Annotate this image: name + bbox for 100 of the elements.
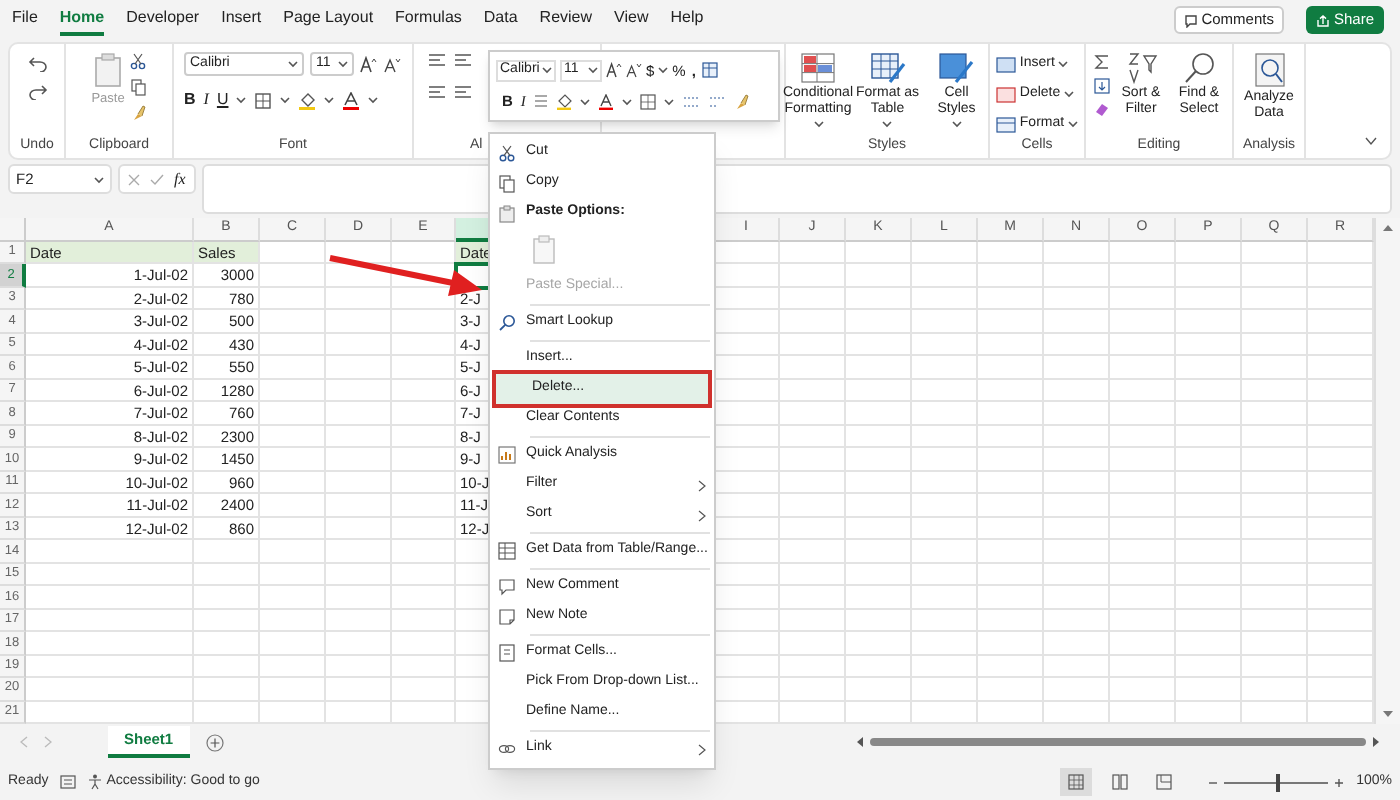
shrink-font-icon[interactable]: [626, 62, 642, 79]
empty-cell: [846, 563, 912, 587]
view-button[interactable]: [1060, 768, 1093, 796]
empty-cell: [780, 586, 846, 610]
decrease-decimal-icon[interactable]: [707, 93, 726, 110]
empty-cell: [846, 310, 912, 334]
empty-cell: [912, 609, 978, 633]
empty-cell: [1242, 333, 1308, 357]
ribbon-tab[interactable]: Developer: [126, 4, 200, 36]
scissors-icon[interactable]: [130, 52, 147, 70]
empty-cell: [978, 402, 1044, 426]
insert-function-button[interactable]: fx: [174, 167, 186, 191]
ribbon-tab[interactable]: Home: [59, 4, 105, 36]
empty-cell: [912, 264, 978, 288]
brush-icon[interactable]: [733, 93, 750, 110]
ribbon-tab[interactable]: Insert: [221, 4, 262, 36]
note-icon: [498, 607, 516, 627]
empty-cell: [846, 448, 912, 472]
caret-icon: [324, 96, 335, 104]
font-color-icon[interactable]: [597, 93, 614, 110]
macro-icon[interactable]: [60, 774, 77, 790]
empty-cell: [260, 632, 326, 656]
eraser-icon[interactable]: [1093, 102, 1109, 118]
underline-button[interactable]: U: [216, 88, 229, 112]
scroll-right-icon: [1372, 736, 1380, 748]
align-left-icon[interactable]: [427, 84, 445, 100]
zoom-out-icon[interactable]: [1208, 777, 1219, 787]
align-center-icon[interactable]: [533, 94, 548, 109]
empty-cell: [780, 540, 846, 564]
check-icon[interactable]: [150, 173, 164, 185]
align-middle-icon[interactable]: [453, 52, 471, 68]
empty-cell: [780, 655, 846, 679]
empty-cell: [780, 494, 846, 518]
chevron-down-icon[interactable]: [1364, 136, 1378, 146]
add-sheet-icon[interactable]: [205, 733, 224, 751]
caret-icon: [236, 96, 247, 104]
empty-cell: [1176, 586, 1242, 610]
empty-cell: [780, 379, 846, 403]
empty-cell: [978, 310, 1044, 334]
ribbon-tab[interactable]: View: [614, 4, 649, 36]
increase-decimal-icon[interactable]: [681, 93, 700, 110]
empty-cell: [326, 632, 392, 656]
ribbon-tab[interactable]: Data: [483, 4, 518, 36]
empty-cell: [780, 448, 846, 472]
caret-icon: [94, 175, 104, 183]
empty-cell: [1110, 678, 1176, 701]
sum-icon[interactable]: [1093, 54, 1109, 70]
empty-cell: [1176, 655, 1242, 679]
empty-cell: [1242, 678, 1308, 701]
empty-cell: [1176, 333, 1242, 357]
italic-button[interactable]: I: [203, 88, 209, 112]
ribbon-tab[interactable]: Page Layout: [283, 4, 374, 36]
empty-cell: [1176, 678, 1242, 701]
table-icon[interactable]: [701, 62, 718, 79]
empty-cell: [194, 586, 260, 610]
undo-icon[interactable]: [27, 56, 47, 72]
empty-cell: [326, 241, 392, 265]
fill-color-icon[interactable]: [298, 91, 317, 109]
empty-cell: [1176, 609, 1242, 633]
font-color-icon[interactable]: [342, 91, 361, 109]
accessibility-icon: [88, 774, 103, 790]
fill-color-icon[interactable]: [555, 93, 572, 110]
empty-cell: [1176, 287, 1242, 311]
bold-button[interactable]: B: [184, 88, 196, 112]
empty-cell: [1044, 287, 1110, 311]
grow-font-icon[interactable]: [606, 62, 622, 79]
page-layout-view-icon: [1112, 774, 1129, 790]
fill-down-icon[interactable]: [1093, 78, 1109, 94]
ribbon-tab[interactable]: Help: [670, 4, 704, 36]
ribbon-tab[interactable]: File: [12, 4, 38, 36]
ribbon-tab[interactable]: Review: [539, 4, 593, 36]
caret-icon: [542, 66, 552, 75]
ribbon-tab[interactable]: Formulas: [395, 4, 462, 36]
borders-icon[interactable]: [639, 93, 656, 110]
empty-cell: [1044, 310, 1110, 334]
empty-cell: [1176, 563, 1242, 587]
vertical-scrollbar[interactable]: [1374, 218, 1400, 724]
empty-cell: [1176, 241, 1242, 265]
empty-cell: [1110, 563, 1176, 587]
normal-view-icon: [1068, 774, 1085, 790]
copy-icon[interactable]: [130, 78, 147, 96]
empty-cell: [912, 333, 978, 357]
cancel-icon[interactable]: [128, 173, 140, 185]
empty-cell: [846, 264, 912, 288]
shrink-font-icon[interactable]: [384, 55, 402, 73]
align-center-icon[interactable]: [453, 84, 471, 100]
brush-icon[interactable]: [130, 104, 147, 122]
page-break-view-icon: [1156, 774, 1173, 790]
zoom-slider-thumb[interactable]: [1276, 773, 1281, 791]
conditional-formatting-icon: [800, 52, 836, 84]
zoom-in-icon[interactable]: [1334, 777, 1345, 787]
horizontal-scrollbar[interactable]: [856, 732, 1380, 752]
borders-icon[interactable]: [254, 91, 273, 109]
clipboard-icon: [94, 52, 122, 88]
empty-cell: [260, 494, 326, 518]
grow-font-icon[interactable]: [360, 55, 378, 73]
align-top-icon[interactable]: [427, 52, 445, 68]
empty-cell: [846, 287, 912, 311]
redo-icon[interactable]: [27, 84, 47, 100]
empty-cell: [1110, 356, 1176, 380]
